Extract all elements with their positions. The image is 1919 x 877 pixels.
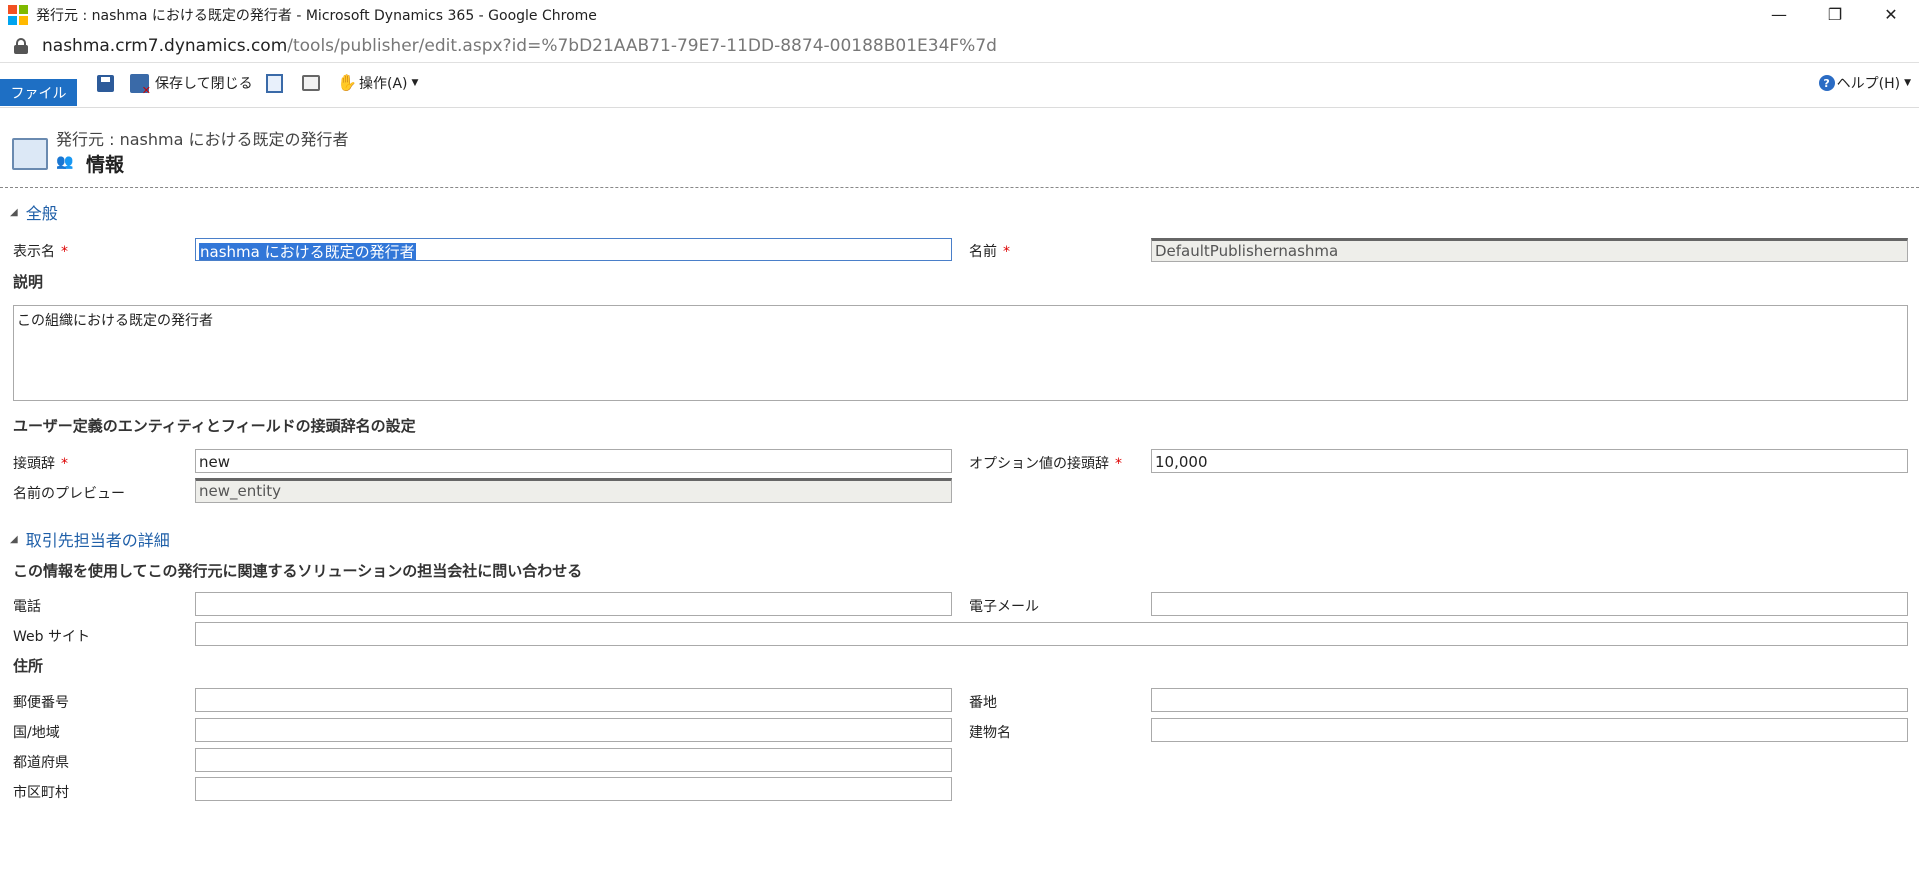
save-close-label: 保存して閉じる — [155, 76, 253, 92]
help-menu-button[interactable]: ? ヘルプ(H) ▼ — [1818, 73, 1911, 93]
contact-intro: この情報を使用してこの発行元に関連するソリューションの担当会社に問い合わせる — [13, 562, 583, 580]
lock-icon — [14, 37, 28, 54]
ribbon-toolbar: ファイル 保存して閉じる ✋ 操作(A) ▼ ? ヘルプ(H) ▼ — [0, 63, 1919, 108]
collapse-triangle-icon: ◢ — [10, 206, 18, 218]
actions-icon: ✋ — [337, 73, 357, 92]
building-label: 建物名 — [969, 725, 1011, 741]
required-mark: * — [1003, 244, 1010, 260]
save-and-close-button[interactable]: 保存して閉じる — [130, 72, 253, 97]
address-bar[interactable]: nashma.crm7.dynamics.com/tools/publisher… — [0, 29, 1919, 63]
description-textarea[interactable]: この組織における既定の発行者 — [13, 305, 1908, 401]
website-label: Web サイト — [13, 629, 90, 645]
display-name-input[interactable]: nashma における既定の発行者 — [195, 238, 952, 261]
collapse-triangle-icon: ◢ — [10, 533, 18, 545]
document-button[interactable] — [266, 72, 283, 94]
option-prefix-label: オプション値の接頭辞 * — [969, 456, 1122, 472]
microsoft-logo-icon — [8, 4, 28, 25]
country-input[interactable] — [195, 718, 952, 742]
prefix-input[interactable]: new — [195, 449, 952, 473]
form-header: 発行元 : nashma における既定の発行者 👥 情報 — [0, 108, 1919, 188]
section-contact-title: 取引先担当者の詳細 — [25, 531, 170, 550]
document-icon — [266, 73, 283, 93]
display-name-label: 表示名 * — [13, 244, 68, 260]
required-mark: * — [1115, 456, 1122, 472]
display-name-value: nashma における既定の発行者 — [199, 243, 416, 261]
name-label: 名前 * — [969, 244, 1010, 260]
save-icon — [97, 74, 114, 92]
window-title: 発行元 : nashma における既定の発行者 - Microsoft Dyna… — [36, 7, 597, 24]
state-input[interactable] — [195, 748, 952, 772]
country-label: 国/地域 — [13, 725, 60, 741]
url-host: nashma.crm7.dynamics.com — [42, 35, 288, 56]
window-titlebar: 発行元 : nashma における既定の発行者 - Microsoft Dyna… — [0, 0, 1919, 29]
state-label: 都道府県 — [13, 755, 69, 771]
section-general-title: 全般 — [25, 204, 58, 223]
phone-label: 電話 — [13, 599, 41, 615]
option-prefix-input[interactable]: 10,000 — [1151, 449, 1908, 473]
section-general-toggle[interactable]: ◢ 全般 — [10, 200, 58, 224]
record-subtitle: 発行元 : nashma における既定の発行者 — [56, 130, 349, 149]
street-input[interactable] — [1151, 688, 1908, 712]
page-title: 情報 — [86, 154, 125, 176]
actions-menu-button[interactable]: ✋ 操作(A) ▼ — [337, 72, 418, 94]
help-icon: ? — [1818, 75, 1835, 91]
chevron-down-icon: ▼ — [1904, 78, 1911, 88]
chevron-down-icon: ▼ — [411, 78, 419, 88]
email-label: 電子メール — [969, 599, 1039, 615]
name-input[interactable]: DefaultPublishernashma — [1151, 238, 1908, 262]
save-close-icon — [130, 73, 151, 97]
description-label: 説明 — [13, 273, 44, 291]
print-icon — [302, 75, 320, 91]
print-button[interactable] — [302, 72, 320, 94]
actions-label: 操作(A) — [359, 76, 408, 92]
prefix-heading: ユーザー定義のエンティティとフィールドの接頭辞名の設定 — [13, 417, 416, 435]
phone-input[interactable] — [195, 592, 952, 616]
file-tab[interactable]: ファイル — [0, 79, 77, 106]
street-label: 番地 — [969, 695, 997, 711]
user-group-icon: 👥 — [56, 154, 74, 170]
postal-code-input[interactable] — [195, 688, 952, 712]
building-input[interactable] — [1151, 718, 1908, 742]
postal-code-label: 郵便番号 — [13, 695, 69, 711]
city-label: 市区町村 — [13, 785, 69, 801]
save-button[interactable] — [97, 72, 114, 94]
address-heading: 住所 — [13, 657, 44, 675]
website-input[interactable] — [195, 622, 1908, 646]
minimize-button[interactable]: — — [1751, 0, 1807, 29]
prefix-label: 接頭辞 * — [13, 456, 68, 472]
close-button[interactable]: ✕ — [1863, 0, 1919, 29]
required-mark: * — [61, 456, 68, 472]
email-input[interactable] — [1151, 592, 1908, 616]
publisher-entity-icon — [12, 138, 48, 170]
restore-button[interactable]: ❐ — [1807, 0, 1863, 29]
required-mark: * — [61, 244, 68, 260]
url-path: /tools/publisher/edit.aspx?id=%7bD21AAB7… — [287, 35, 997, 56]
section-contact-toggle[interactable]: ◢ 取引先担当者の詳細 — [10, 527, 170, 551]
city-input[interactable] — [195, 777, 952, 801]
name-preview-field: new_entity — [195, 478, 952, 503]
name-preview-label: 名前のプレビュー — [13, 486, 125, 502]
help-label: ヘルプ(H) — [1836, 76, 1901, 92]
